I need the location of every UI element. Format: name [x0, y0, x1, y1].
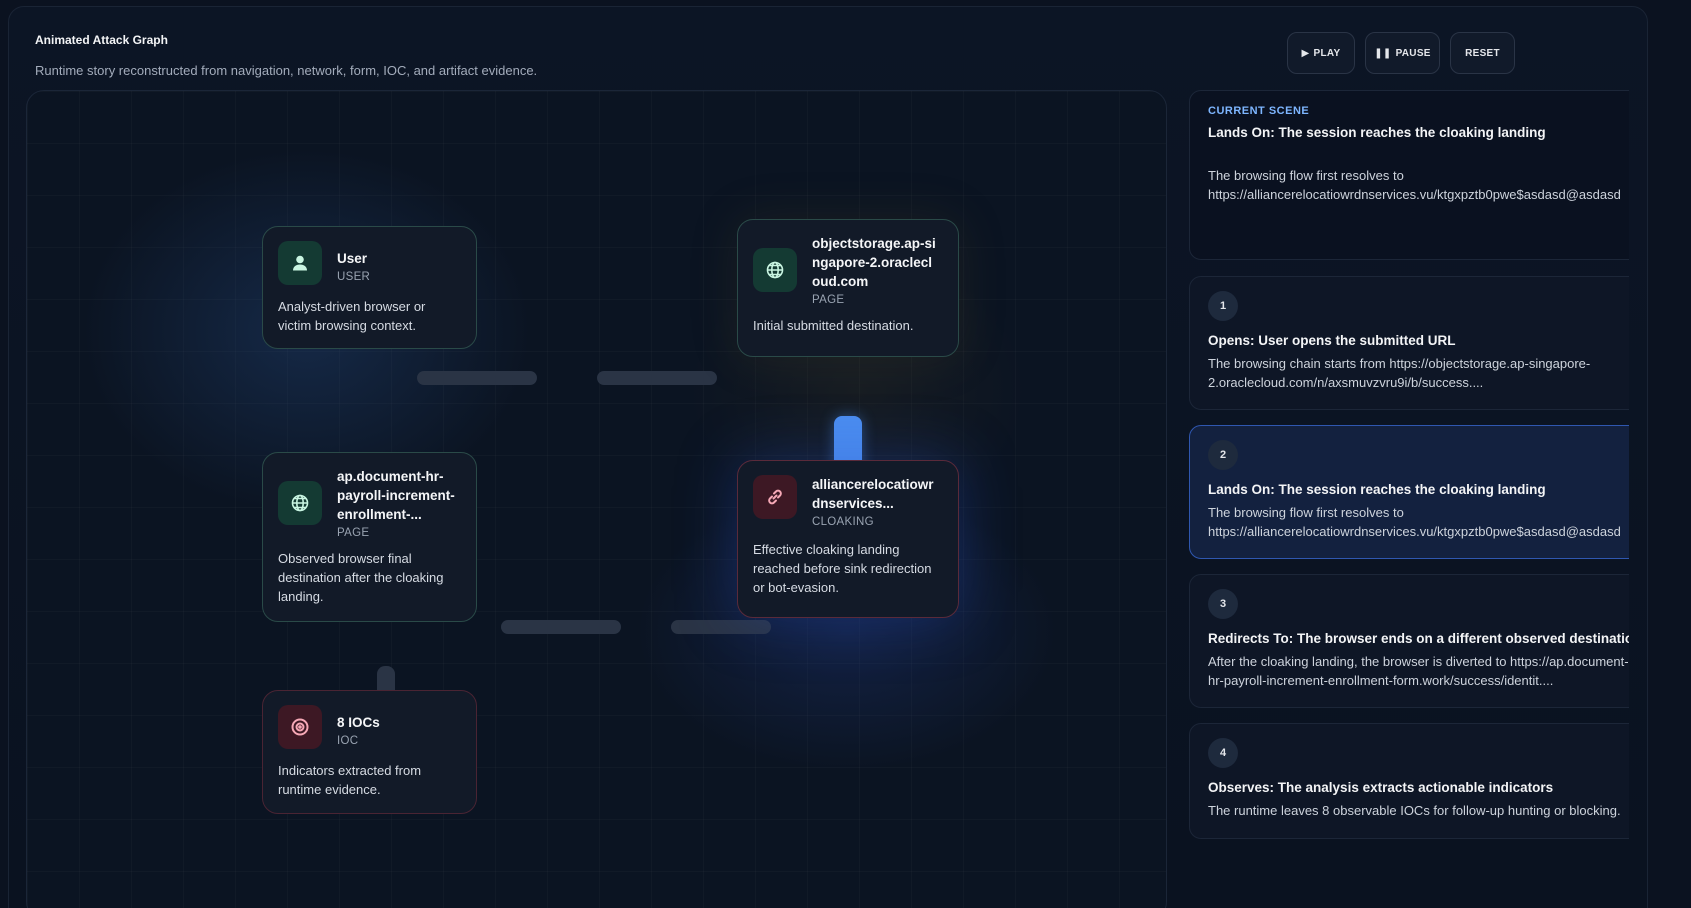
step-title: Redirects To: The browser ends on a diff…	[1208, 631, 1629, 646]
reset-button[interactable]: RESET	[1450, 32, 1515, 74]
step-body: The browsing chain starts from https://o…	[1208, 356, 1591, 390]
story-step-3[interactable]: 3 Redirects To: The browser ends on a di…	[1189, 574, 1629, 708]
step-title: Lands On: The session reaches the cloaki…	[1208, 482, 1546, 497]
edge-final-cloaking-b	[671, 620, 771, 634]
node-user-type: USER	[337, 271, 371, 283]
edge-final-cloaking-a	[501, 620, 621, 634]
link-icon	[753, 475, 797, 519]
play-label: PLAY	[1313, 47, 1341, 59]
step-body-line2: https://alliancerelocatiowrdnservices.vu…	[1208, 524, 1621, 539]
step-number: 4	[1208, 738, 1238, 768]
node-cloaking-title: alliancerelocatiowrdnservices...	[812, 477, 934, 511]
node-page-final-desc: Observed browser final destination after…	[278, 551, 444, 604]
step-title: Opens: User opens the submitted URL	[1208, 333, 1456, 348]
globe-icon	[753, 248, 797, 292]
step-number: 1	[1208, 291, 1238, 321]
node-page-final-title: ap.document-hr-payroll-increment-enrollm…	[337, 469, 455, 522]
step-title: Observes: The analysis extracts actionab…	[1208, 780, 1554, 795]
story-step-1[interactable]: 1 Opens: User opens the submitted URL Th…	[1189, 276, 1629, 410]
node-page-initial[interactable]: objectstorage.ap-singapore-2.oraclecloud…	[737, 219, 959, 357]
panel-title: Animated Attack Graph	[35, 33, 168, 47]
node-page-final[interactable]: ap.document-hr-payroll-increment-enrollm…	[262, 452, 477, 622]
edge-user-page-b	[597, 371, 717, 385]
step-body-line2: hr-payroll-increment-enrollment-form.wor…	[1208, 673, 1554, 688]
current-scene-title: Lands On: The session reaches the cloaki…	[1208, 125, 1546, 140]
node-iocs-title: 8 IOCs	[337, 715, 380, 730]
node-user-title: User	[337, 251, 368, 266]
target-icon	[278, 705, 322, 749]
play-icon: ▶	[1301, 47, 1310, 59]
node-cloaking[interactable]: alliancerelocatiowrdnservices... CLOAKIN…	[737, 460, 959, 618]
step-body-line1: After the cloaking landing, the browser …	[1208, 654, 1629, 669]
node-page-initial-desc: Initial submitted destination.	[753, 318, 914, 333]
node-page-initial-title: objectstorage.ap-singapore-2.oraclecloud…	[812, 236, 936, 289]
pause-button[interactable]: ❚❚ PAUSE	[1365, 32, 1440, 74]
current-scene-body-line1: The browsing flow first resolves to	[1208, 168, 1404, 183]
current-scene-label: CURRENT SCENE	[1208, 105, 1310, 117]
play-button[interactable]: ▶ PLAY	[1287, 32, 1355, 74]
current-scene-body: The browsing flow first resolves to http…	[1208, 166, 1629, 204]
story-sidebar[interactable]: CURRENT SCENE Lands On: The session reac…	[1189, 90, 1629, 908]
story-step-2[interactable]: 2 Lands On: The session reaches the cloa…	[1189, 425, 1629, 559]
step-number: 3	[1208, 589, 1238, 619]
step-body-line1: The browsing flow first resolves to	[1208, 505, 1404, 520]
pause-icon: ❚❚	[1374, 47, 1392, 59]
graph-canvas[interactable]: User USER Analyst-driven browser or vict…	[26, 90, 1167, 908]
node-page-initial-type: PAGE	[812, 294, 845, 306]
step-body: The runtime leaves 8 observable IOCs for…	[1208, 803, 1621, 818]
step-body: The browsing flow first resolves to http…	[1208, 503, 1629, 541]
node-user[interactable]: User USER Analyst-driven browser or vict…	[262, 226, 477, 349]
node-page-final-type: PAGE	[337, 527, 370, 539]
node-iocs-type: IOC	[337, 735, 359, 747]
globe-icon	[278, 481, 322, 525]
node-cloaking-desc: Effective cloaking landing reached befor…	[753, 542, 932, 595]
step-number: 2	[1208, 440, 1238, 470]
node-iocs-desc: Indicators extracted from runtime eviden…	[278, 763, 422, 797]
user-icon	[278, 241, 322, 285]
story-step-4[interactable]: 4 Observes: The analysis extracts action…	[1189, 723, 1629, 839]
current-scene-card: CURRENT SCENE Lands On: The session reac…	[1189, 90, 1629, 260]
panel-subtitle: Runtime story reconstructed from navigat…	[35, 63, 538, 78]
step-body: After the cloaking landing, the browser …	[1208, 652, 1629, 690]
reset-label: RESET	[1465, 47, 1500, 59]
node-iocs[interactable]: 8 IOCs IOC Indicators extracted from run…	[262, 690, 477, 814]
pause-label: PAUSE	[1395, 47, 1431, 59]
node-cloaking-type: CLOAKING	[812, 516, 874, 528]
edge-user-page-a	[417, 371, 537, 385]
node-user-desc: Analyst-driven browser or victim browsin…	[278, 299, 426, 333]
current-scene-body-line2: https://alliancerelocatiowrdnservices.vu…	[1208, 187, 1621, 202]
